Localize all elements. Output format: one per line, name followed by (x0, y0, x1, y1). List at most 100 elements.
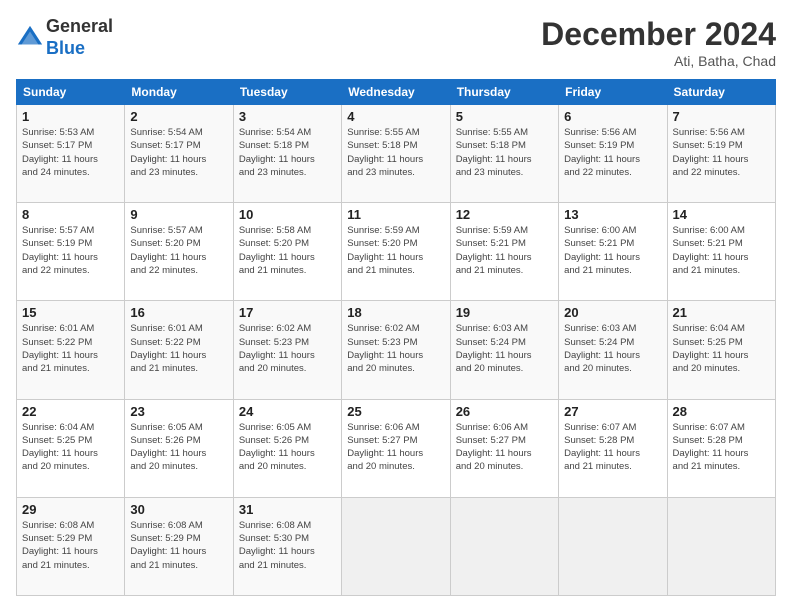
day-info: Sunrise: 6:07 AMSunset: 5:28 PMDaylight:… (564, 421, 661, 474)
day-number: 1 (22, 109, 119, 124)
col-saturday: Saturday (667, 80, 775, 105)
day-info: Sunrise: 6:06 AMSunset: 5:27 PMDaylight:… (456, 421, 553, 474)
day-info: Sunrise: 5:56 AMSunset: 5:19 PMDaylight:… (673, 126, 770, 179)
day-info: Sunrise: 5:59 AMSunset: 5:21 PMDaylight:… (456, 224, 553, 277)
table-cell: 3 Sunrise: 5:54 AMSunset: 5:18 PMDayligh… (233, 105, 341, 203)
empty-cell (667, 497, 775, 595)
day-info: Sunrise: 6:00 AMSunset: 5:21 PMDaylight:… (564, 224, 661, 277)
day-number: 10 (239, 207, 336, 222)
table-cell: 12 Sunrise: 5:59 AMSunset: 5:21 PMDaylig… (450, 203, 558, 301)
day-number: 17 (239, 305, 336, 320)
col-thursday: Thursday (450, 80, 558, 105)
day-info: Sunrise: 6:03 AMSunset: 5:24 PMDaylight:… (564, 322, 661, 375)
table-row: 29 Sunrise: 6:08 AMSunset: 5:29 PMDaylig… (17, 497, 776, 595)
header: General Blue December 2024 Ati, Batha, C… (16, 16, 776, 69)
table-cell: 4 Sunrise: 5:55 AMSunset: 5:18 PMDayligh… (342, 105, 450, 203)
day-number: 4 (347, 109, 444, 124)
table-cell: 5 Sunrise: 5:55 AMSunset: 5:18 PMDayligh… (450, 105, 558, 203)
table-cell: 26 Sunrise: 6:06 AMSunset: 5:27 PMDaylig… (450, 399, 558, 497)
day-info: Sunrise: 5:54 AMSunset: 5:18 PMDaylight:… (239, 126, 336, 179)
table-cell: 7 Sunrise: 5:56 AMSunset: 5:19 PMDayligh… (667, 105, 775, 203)
day-number: 15 (22, 305, 119, 320)
logo-text: General Blue (46, 16, 113, 59)
day-info: Sunrise: 6:05 AMSunset: 5:26 PMDaylight:… (130, 421, 227, 474)
table-cell: 10 Sunrise: 5:58 AMSunset: 5:20 PMDaylig… (233, 203, 341, 301)
day-number: 28 (673, 404, 770, 419)
day-number: 29 (22, 502, 119, 517)
day-number: 12 (456, 207, 553, 222)
location: Ati, Batha, Chad (541, 53, 776, 69)
title-block: December 2024 Ati, Batha, Chad (541, 16, 776, 69)
day-info: Sunrise: 6:08 AMSunset: 5:29 PMDaylight:… (130, 519, 227, 572)
day-number: 8 (22, 207, 119, 222)
day-info: Sunrise: 6:08 AMSunset: 5:29 PMDaylight:… (22, 519, 119, 572)
col-wednesday: Wednesday (342, 80, 450, 105)
empty-cell (342, 497, 450, 595)
day-info: Sunrise: 6:06 AMSunset: 5:27 PMDaylight:… (347, 421, 444, 474)
table-row: 1 Sunrise: 5:53 AMSunset: 5:17 PMDayligh… (17, 105, 776, 203)
table-cell: 2 Sunrise: 5:54 AMSunset: 5:17 PMDayligh… (125, 105, 233, 203)
day-number: 2 (130, 109, 227, 124)
day-number: 27 (564, 404, 661, 419)
logo-blue: Blue (46, 38, 85, 58)
day-info: Sunrise: 6:03 AMSunset: 5:24 PMDaylight:… (456, 322, 553, 375)
day-info: Sunrise: 6:04 AMSunset: 5:25 PMDaylight:… (22, 421, 119, 474)
day-info: Sunrise: 5:59 AMSunset: 5:20 PMDaylight:… (347, 224, 444, 277)
table-cell: 15 Sunrise: 6:01 AMSunset: 5:22 PMDaylig… (17, 301, 125, 399)
day-number: 31 (239, 502, 336, 517)
day-number: 26 (456, 404, 553, 419)
logo-icon (16, 24, 44, 52)
day-info: Sunrise: 6:02 AMSunset: 5:23 PMDaylight:… (239, 322, 336, 375)
day-number: 16 (130, 305, 227, 320)
day-number: 6 (564, 109, 661, 124)
day-info: Sunrise: 5:55 AMSunset: 5:18 PMDaylight:… (456, 126, 553, 179)
day-info: Sunrise: 5:57 AMSunset: 5:19 PMDaylight:… (22, 224, 119, 277)
day-info: Sunrise: 6:04 AMSunset: 5:25 PMDaylight:… (673, 322, 770, 375)
table-cell: 30 Sunrise: 6:08 AMSunset: 5:29 PMDaylig… (125, 497, 233, 595)
table-cell: 13 Sunrise: 6:00 AMSunset: 5:21 PMDaylig… (559, 203, 667, 301)
table-cell: 22 Sunrise: 6:04 AMSunset: 5:25 PMDaylig… (17, 399, 125, 497)
empty-cell (559, 497, 667, 595)
day-number: 19 (456, 305, 553, 320)
day-info: Sunrise: 5:58 AMSunset: 5:20 PMDaylight:… (239, 224, 336, 277)
day-info: Sunrise: 6:02 AMSunset: 5:23 PMDaylight:… (347, 322, 444, 375)
calendar-header-row: Sunday Monday Tuesday Wednesday Thursday… (17, 80, 776, 105)
table-cell: 8 Sunrise: 5:57 AMSunset: 5:19 PMDayligh… (17, 203, 125, 301)
day-info: Sunrise: 5:54 AMSunset: 5:17 PMDaylight:… (130, 126, 227, 179)
table-cell: 1 Sunrise: 5:53 AMSunset: 5:17 PMDayligh… (17, 105, 125, 203)
day-info: Sunrise: 6:07 AMSunset: 5:28 PMDaylight:… (673, 421, 770, 474)
table-cell: 29 Sunrise: 6:08 AMSunset: 5:29 PMDaylig… (17, 497, 125, 595)
logo-general: General (46, 16, 113, 36)
day-number: 5 (456, 109, 553, 124)
table-cell: 16 Sunrise: 6:01 AMSunset: 5:22 PMDaylig… (125, 301, 233, 399)
day-info: Sunrise: 6:05 AMSunset: 5:26 PMDaylight:… (239, 421, 336, 474)
day-info: Sunrise: 6:01 AMSunset: 5:22 PMDaylight:… (22, 322, 119, 375)
day-number: 22 (22, 404, 119, 419)
table-cell: 20 Sunrise: 6:03 AMSunset: 5:24 PMDaylig… (559, 301, 667, 399)
day-number: 14 (673, 207, 770, 222)
col-monday: Monday (125, 80, 233, 105)
table-row: 15 Sunrise: 6:01 AMSunset: 5:22 PMDaylig… (17, 301, 776, 399)
table-cell: 14 Sunrise: 6:00 AMSunset: 5:21 PMDaylig… (667, 203, 775, 301)
calendar-table: Sunday Monday Tuesday Wednesday Thursday… (16, 79, 776, 596)
day-number: 24 (239, 404, 336, 419)
col-sunday: Sunday (17, 80, 125, 105)
table-cell: 18 Sunrise: 6:02 AMSunset: 5:23 PMDaylig… (342, 301, 450, 399)
day-info: Sunrise: 5:57 AMSunset: 5:20 PMDaylight:… (130, 224, 227, 277)
day-number: 25 (347, 404, 444, 419)
day-number: 23 (130, 404, 227, 419)
table-cell: 6 Sunrise: 5:56 AMSunset: 5:19 PMDayligh… (559, 105, 667, 203)
day-number: 9 (130, 207, 227, 222)
table-cell: 28 Sunrise: 6:07 AMSunset: 5:28 PMDaylig… (667, 399, 775, 497)
day-info: Sunrise: 5:55 AMSunset: 5:18 PMDaylight:… (347, 126, 444, 179)
empty-cell (450, 497, 558, 595)
day-info: Sunrise: 5:53 AMSunset: 5:17 PMDaylight:… (22, 126, 119, 179)
col-tuesday: Tuesday (233, 80, 341, 105)
table-row: 8 Sunrise: 5:57 AMSunset: 5:19 PMDayligh… (17, 203, 776, 301)
day-number: 30 (130, 502, 227, 517)
table-cell: 17 Sunrise: 6:02 AMSunset: 5:23 PMDaylig… (233, 301, 341, 399)
logo: General Blue (16, 16, 113, 59)
table-cell: 19 Sunrise: 6:03 AMSunset: 5:24 PMDaylig… (450, 301, 558, 399)
table-row: 22 Sunrise: 6:04 AMSunset: 5:25 PMDaylig… (17, 399, 776, 497)
day-info: Sunrise: 6:00 AMSunset: 5:21 PMDaylight:… (673, 224, 770, 277)
